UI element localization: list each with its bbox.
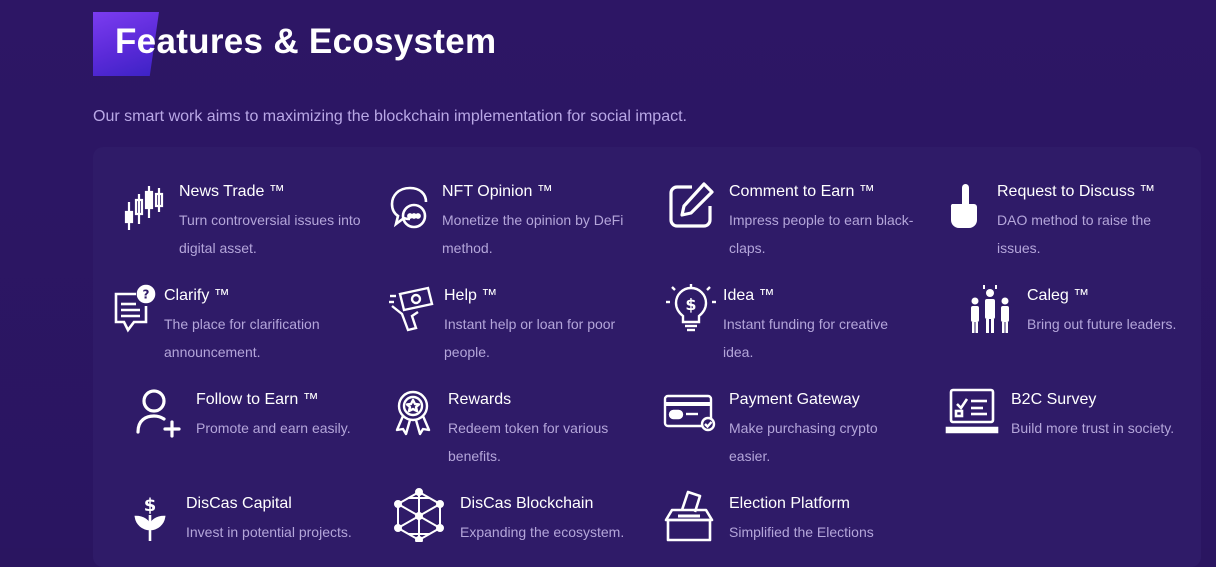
feature-title: DisCas Capital bbox=[186, 495, 292, 512]
feature-title: Request to Discuss ™ bbox=[997, 183, 1156, 200]
feature-title: Comment to Earn ™ bbox=[729, 183, 875, 200]
money-hand-icon bbox=[386, 284, 440, 338]
edit-pen-icon bbox=[664, 178, 718, 232]
feature-title: Help ™ bbox=[444, 287, 498, 304]
page-subtitle: Our smart work aims to maximizing the bl… bbox=[93, 108, 687, 125]
feature-title: Clarify ™ bbox=[164, 287, 230, 304]
feature-title: Rewards bbox=[448, 391, 512, 408]
svg-text:$: $ bbox=[685, 295, 696, 314]
chat-bubbles-icon bbox=[384, 180, 438, 234]
feature-title: Follow to Earn ™ bbox=[196, 391, 319, 408]
feature-title: DisCas Blockchain bbox=[460, 495, 594, 512]
award-badge-icon bbox=[386, 386, 440, 440]
feature-title: NFT Opinion ™ bbox=[442, 183, 553, 200]
feature-title: Election Platform bbox=[729, 495, 850, 512]
leaders-podium-icon bbox=[963, 283, 1017, 337]
feature-title: Idea ™ bbox=[723, 287, 775, 304]
feature-description: Monetize the opinion by DeFi method. bbox=[442, 212, 624, 256]
credit-card-icon bbox=[662, 384, 716, 438]
lightbulb-dollar-icon: $ bbox=[664, 282, 718, 336]
feature-description: Simplified the Elections bbox=[729, 524, 874, 540]
laptop-survey-icon bbox=[945, 386, 999, 440]
feature-description: DAO method to raise the issues. bbox=[997, 212, 1152, 256]
ballot-box-icon bbox=[662, 488, 716, 542]
feature-title: Payment Gateway bbox=[729, 391, 860, 408]
feature-description: Instant funding for creative idea. bbox=[723, 316, 888, 360]
candlestick-chart-icon bbox=[117, 180, 171, 234]
svg-text:?: ? bbox=[143, 288, 150, 302]
feature-title: B2C Survey bbox=[1011, 391, 1097, 408]
feature-title: News Trade ™ bbox=[179, 183, 285, 200]
feature-description: Make purchasing crypto easier. bbox=[729, 420, 878, 464]
feature-description: Instant help or loan for poor people. bbox=[444, 316, 616, 360]
question-document-icon: ? bbox=[106, 282, 160, 336]
feature-description: Promote and earn easily. bbox=[196, 420, 351, 436]
svg-text:$: $ bbox=[144, 495, 157, 516]
feature-description: The place for clarification announcement… bbox=[164, 316, 320, 360]
feature-description: Impress people to earn black-claps. bbox=[729, 212, 914, 256]
feature-description: Bring out future leaders. bbox=[1027, 316, 1177, 332]
feature-title: Caleg ™ bbox=[1027, 287, 1090, 304]
feature-description: Redeem token for various benefits. bbox=[448, 420, 609, 464]
raised-finger-icon bbox=[936, 180, 990, 234]
feature-description: Invest in potential projects. bbox=[186, 524, 352, 540]
feature-description: Turn controversial issues into digital a… bbox=[179, 212, 361, 256]
feature-description: Build more trust in society. bbox=[1011, 420, 1175, 436]
blockchain-cube-icon bbox=[392, 488, 446, 542]
user-add-icon bbox=[130, 386, 184, 440]
money-plant-icon: $ bbox=[123, 491, 177, 545]
page-title: Features & Ecosystem bbox=[115, 22, 497, 61]
feature-description: Expanding the ecosystem. bbox=[460, 524, 625, 540]
